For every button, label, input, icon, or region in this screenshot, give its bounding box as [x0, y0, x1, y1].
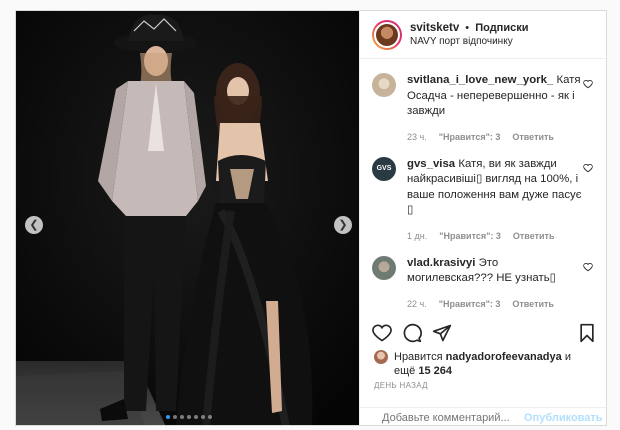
post-header: svitsketv • Подписки NAVY порт відпочинк… — [360, 11, 606, 59]
carousel-dots — [166, 415, 212, 419]
comment-item: GVS gvs_visa Катя, ви як завжди найкраси… — [372, 156, 597, 241]
carousel-dot — [187, 415, 191, 419]
carousel-dot — [166, 415, 170, 419]
following-button[interactable]: Подписки — [475, 22, 528, 34]
comment-likes[interactable]: "Нравится": 3 — [439, 231, 501, 241]
comment-text-block: vlad.krasivyi Это могилевская??? НЕ узна… — [407, 256, 587, 287]
post-date[interactable]: ДЕНЬ НАЗАД — [374, 381, 428, 390]
comment-item: vlad.krasivyi Это могилевская??? НЕ узна… — [372, 255, 597, 309]
comment-body: vlad.krasivyi Это могилевская??? НЕ узна… — [407, 256, 587, 309]
likes-text: Нравится nadyadorofeevanadya и ещё 15 26… — [394, 350, 571, 378]
share-paper-plane-icon[interactable] — [432, 323, 452, 343]
post-photo[interactable]: ❮ ❯ — [16, 11, 359, 425]
comment-input[interactable] — [382, 411, 524, 424]
comment-likes[interactable]: "Нравится": 3 — [439, 132, 501, 142]
comment-body: svitlana_i_love_new_york_ Катя Осадча - … — [407, 73, 587, 142]
comment-meta: 23 ч. "Нравится": 3 Ответить — [407, 132, 587, 142]
bookmark-icon — [580, 323, 594, 343]
comment-reply-button[interactable]: Ответить — [512, 132, 554, 142]
comment-username[interactable]: vlad.krasivyi — [407, 257, 475, 269]
likes-and: и — [564, 351, 571, 363]
comment-like-heart-icon[interactable] — [583, 79, 593, 89]
likes-more-prefix: ещё — [394, 365, 416, 377]
carousel-dot — [180, 415, 184, 419]
comment-avatar[interactable]: GVS — [372, 156, 396, 181]
author-avatar[interactable] — [372, 19, 402, 50]
comment-bubble-icon[interactable] — [402, 323, 422, 343]
save-post-button[interactable] — [578, 323, 596, 343]
comment-time[interactable]: 23 ч. — [407, 132, 427, 142]
comments-list: svitlana_i_love_new_york_ Катя Осадча - … — [360, 59, 606, 327]
likes-more-count[interactable]: 15 264 — [418, 365, 452, 377]
instagram-post: ❮ ❯ svitsketv • Подписки NAVY порт відпо… — [15, 10, 607, 426]
comment-like-heart-icon[interactable] — [583, 163, 593, 173]
publish-button[interactable]: Опубликовать — [524, 412, 603, 424]
comment-avatar[interactable] — [372, 255, 396, 280]
comment-time[interactable]: 1 дн. — [407, 231, 427, 241]
comment-meta: 22 ч. "Нравится": 3 Ответить — [407, 299, 587, 309]
photo-illustration — [16, 11, 359, 425]
post-location[interactable]: NAVY порт відпочинку — [410, 36, 528, 47]
comment-reply-button[interactable]: Ответить — [513, 231, 555, 241]
comment-likes[interactable]: "Нравится": 3 — [439, 299, 501, 309]
likes-prefix: Нравится — [394, 351, 443, 363]
chevron-right-icon: ❯ — [338, 218, 348, 231]
header-separator: • — [465, 22, 470, 34]
comment-reply-button[interactable]: Ответить — [512, 299, 554, 309]
carousel-prev-button[interactable]: ❮ — [25, 216, 43, 234]
likes-summary: Нравится nadyadorofeevanadya и ещё 15 26… — [374, 350, 571, 378]
carousel-dot — [208, 415, 212, 419]
comment-body: gvs_visa Катя, ви як завжди найкрасивіші… — [407, 157, 587, 241]
comment-text-block: svitlana_i_love_new_york_ Катя Осадча - … — [407, 73, 587, 120]
post-side-panel: svitsketv • Подписки NAVY порт відпочинк… — [359, 11, 606, 425]
comment-item: svitlana_i_love_new_york_ Катя Осадча - … — [372, 73, 597, 142]
header-text: svitsketv • Подписки NAVY порт відпочинк… — [410, 22, 528, 47]
liker-username[interactable]: nadyadorofeevanadya — [446, 351, 562, 363]
carousel-dot — [194, 415, 198, 419]
comment-time[interactable]: 22 ч. — [407, 299, 427, 309]
like-heart-icon[interactable] — [372, 323, 392, 343]
carousel-dot — [173, 415, 177, 419]
comment-avatar[interactable] — [372, 73, 396, 97]
comment-like-heart-icon[interactable] — [583, 262, 593, 272]
comment-text-block: gvs_visa Катя, ви як завжди найкрасивіші… — [407, 157, 587, 219]
author-avatar-image — [374, 21, 400, 48]
comment-meta: 1 дн. "Нравится": 3 Ответить — [407, 231, 587, 241]
comment-username[interactable]: gvs_visa — [407, 158, 455, 170]
author-username[interactable]: svitsketv — [410, 22, 459, 34]
carousel-next-button[interactable]: ❯ — [334, 216, 352, 234]
liker-avatar[interactable] — [374, 350, 388, 364]
carousel-dot — [201, 415, 205, 419]
chevron-left-icon: ❮ — [29, 218, 39, 231]
comment-username[interactable]: svitlana_i_love_new_york_ — [407, 74, 553, 86]
add-comment-bar: Опубликовать — [360, 407, 606, 425]
comment-avatar-label: GVS — [376, 165, 392, 172]
post-actions — [372, 323, 452, 343]
